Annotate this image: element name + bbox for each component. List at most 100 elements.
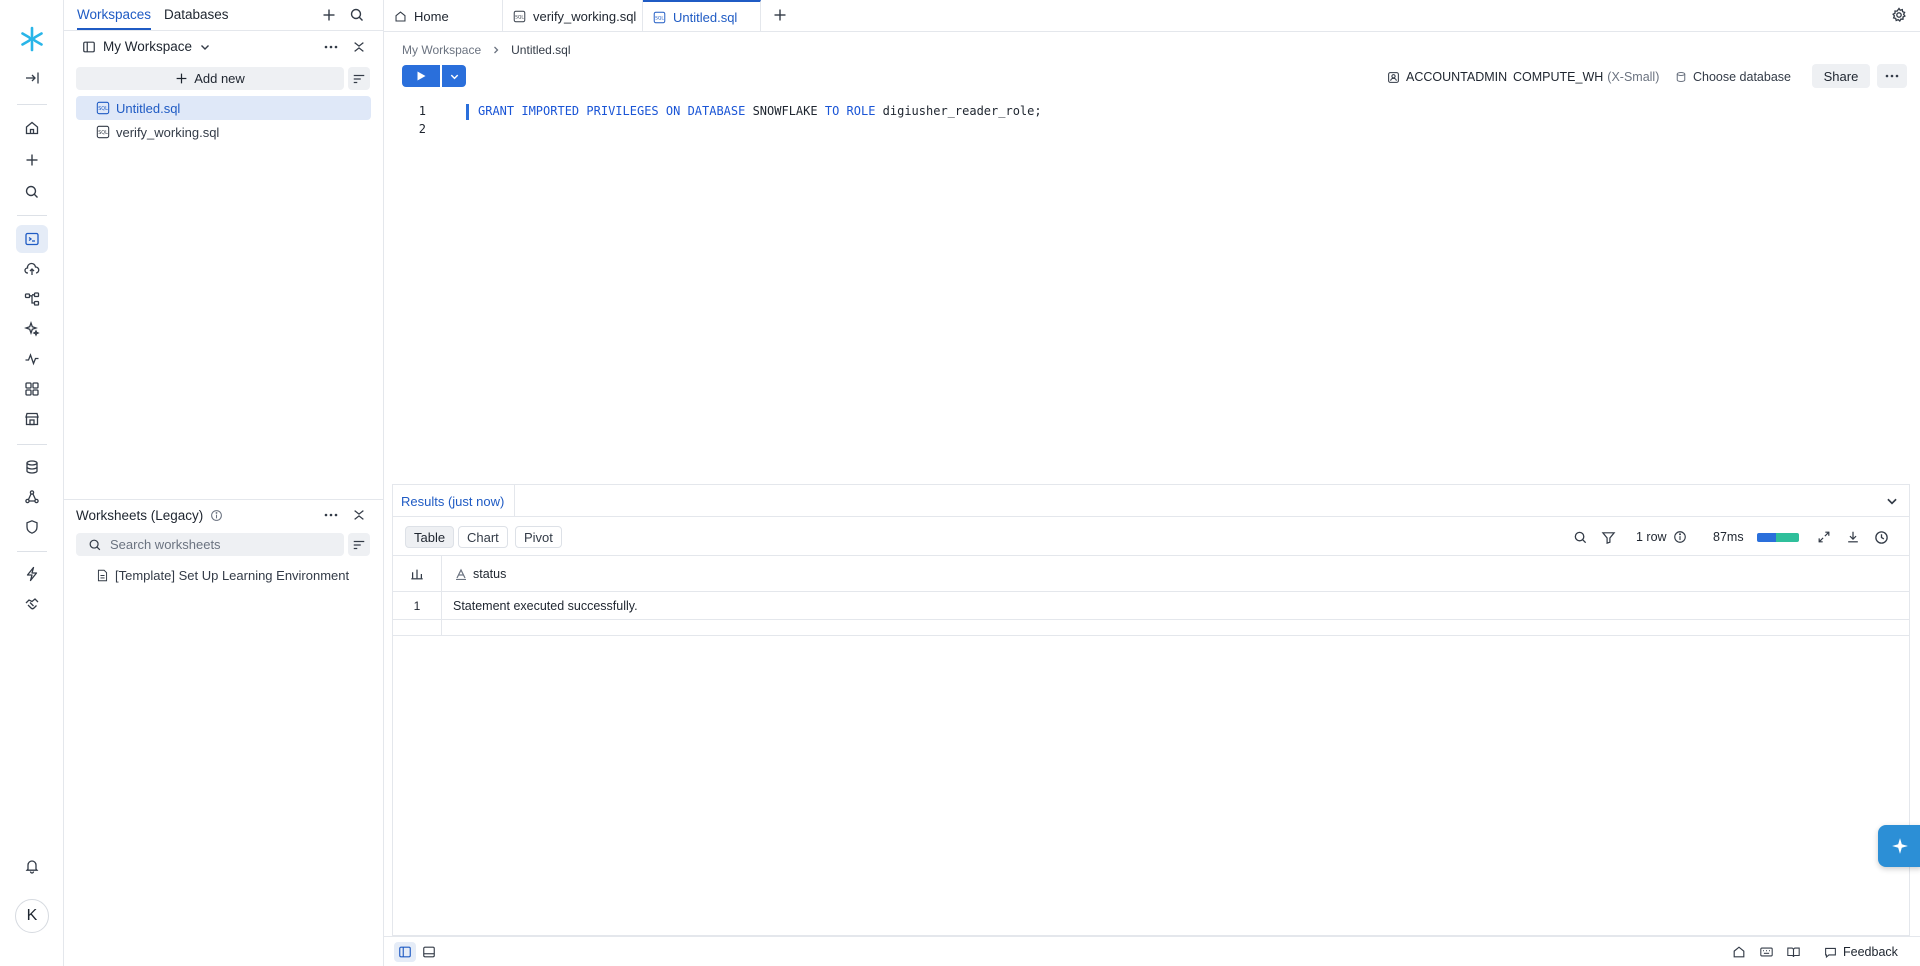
table-row[interactable]: 1 Statement executed successfully. [393,592,1909,620]
row-number-header [393,556,442,591]
apps-icon[interactable] [16,405,48,433]
code-line-1[interactable]: GRANT IMPORTED PRIVILEGES ON DATABASE SN… [478,104,1042,118]
search-worksheets-input[interactable]: Search worksheets [76,533,344,556]
tab-workspaces[interactable]: Workspaces [77,7,152,30]
chevron-down-icon [450,74,458,79]
breadcrumb-file: Untitled.sql [511,43,571,57]
marketplace-icon[interactable] [16,375,48,403]
column-header-status[interactable]: status [455,556,506,591]
search-icon[interactable] [346,4,368,26]
search-icon[interactable] [1569,526,1591,548]
results-tab[interactable]: Results (just now) [393,485,516,517]
new-item-icon[interactable] [318,4,340,26]
run-button[interactable] [402,65,440,87]
gear-icon[interactable] [1888,4,1910,26]
sql-text: SNOWFLAKE [745,104,825,118]
text-type-icon [456,568,466,580]
ai-assistant-button[interactable] [1878,825,1920,867]
admin-icon[interactable] [16,483,48,511]
sort-icon[interactable] [348,533,370,556]
sql-file-icon: SQL [513,10,526,22]
query-timing-bar[interactable] [1757,533,1799,542]
database-icon[interactable] [16,453,48,481]
view-label: Table [414,529,446,545]
ai-ml-icon[interactable] [16,315,48,343]
filter-icon[interactable] [1597,526,1619,548]
run-options-button[interactable] [442,65,466,87]
tab-databases[interactable]: Databases [164,7,229,22]
view-chart-button[interactable]: Chart [458,526,508,548]
line-number: 2 [418,122,426,136]
collapse-results-icon[interactable] [1881,490,1903,512]
view-table-button[interactable]: Table [405,526,455,548]
notifications-icon[interactable] [16,852,48,880]
tab-verify-working[interactable]: SQL verify_working.sql [503,0,643,32]
search-icon[interactable] [16,178,48,206]
worksheet-name: [Template] Set Up Learning Environment [115,567,350,583]
snowflake-icon[interactable] [19,26,45,52]
sparkle-icon [1892,838,1908,854]
database-selector[interactable]: Choose database [1675,66,1791,88]
sort-icon[interactable] [348,67,370,90]
sql-file-icon: SQL [96,125,110,139]
home-icon[interactable] [16,114,48,142]
download-icon[interactable] [1842,526,1864,548]
partner-connect-icon[interactable] [16,590,48,618]
sql-keyword: ON [665,104,681,118]
worksheets-icon[interactable] [16,225,48,253]
new-tab-icon[interactable] [769,4,791,26]
collapse-sidebar-icon[interactable] [16,64,48,92]
plus-icon[interactable] [16,146,48,174]
file-item-untitled[interactable]: SQL Untitled.sql [76,96,371,120]
role-selector[interactable]: ACCOUNTADMIN [1387,66,1507,88]
tab-label: verify_working.sql [533,8,637,24]
toggle-results-icon[interactable] [418,942,440,962]
sql-text: digiusher_reader_role; [875,104,1042,118]
data-upload-icon[interactable] [16,255,48,283]
sql-keyword: IMPORTED [521,104,580,118]
workspace-selector[interactable]: My Workspace [82,39,211,54]
keyboard-icon[interactable] [1755,942,1777,962]
collapse-icon[interactable] [348,36,370,58]
governance-icon[interactable] [16,513,48,541]
projects-icon[interactable] [16,285,48,313]
status-cell[interactable]: Statement executed successfully. [453,592,638,619]
table-header: status [393,556,1909,592]
more-options-icon[interactable] [320,504,342,526]
collapse-icon[interactable] [348,504,370,526]
docs-book-icon[interactable] [1782,942,1804,962]
home-icon[interactable] [1728,942,1750,962]
feedback-icon [1825,947,1836,958]
more-options-icon[interactable] [320,36,342,58]
active-line-marker [466,104,469,120]
status-bar: Feedback [384,936,1920,966]
expand-icon[interactable] [1813,526,1835,548]
lightning-icon[interactable] [16,560,48,588]
add-new-button[interactable]: Add new [76,67,344,90]
toggle-sidebar-icon[interactable] [394,942,416,962]
warehouse-selector[interactable]: COMPUTE_WH (X-Small) [1513,66,1659,88]
legacy-worksheet-item[interactable]: [Template] Set Up Learning Environment [76,563,371,587]
avatar-initial: K [26,907,38,924]
database-icon [1676,71,1686,83]
view-label: Pivot [524,529,553,545]
tab-home[interactable]: Home [384,0,503,32]
avatar[interactable]: K [15,899,49,933]
duration-label: 87ms [1713,530,1744,544]
breadcrumb-workspace[interactable]: My Workspace [402,43,481,57]
tab-untitled[interactable]: SQL Untitled.sql [643,0,761,32]
history-icon[interactable] [1870,526,1892,548]
file-name: verify_working.sql [116,124,220,140]
share-button[interactable]: Share [1812,64,1870,88]
file-item-verify-working[interactable]: SQL verify_working.sql [76,120,371,144]
home-icon [395,10,406,21]
sql-keyword: DATABASE [687,104,746,118]
sql-keyword: GRANT [478,104,515,118]
feedback-button[interactable]: Feedback [1824,942,1898,962]
view-pivot-button[interactable]: Pivot [515,526,562,548]
more-options-icon[interactable] [1877,64,1907,88]
monitoring-icon[interactable] [16,345,48,373]
execution-time-segment [1775,533,1799,542]
sql-file-icon: SQL [653,11,666,23]
